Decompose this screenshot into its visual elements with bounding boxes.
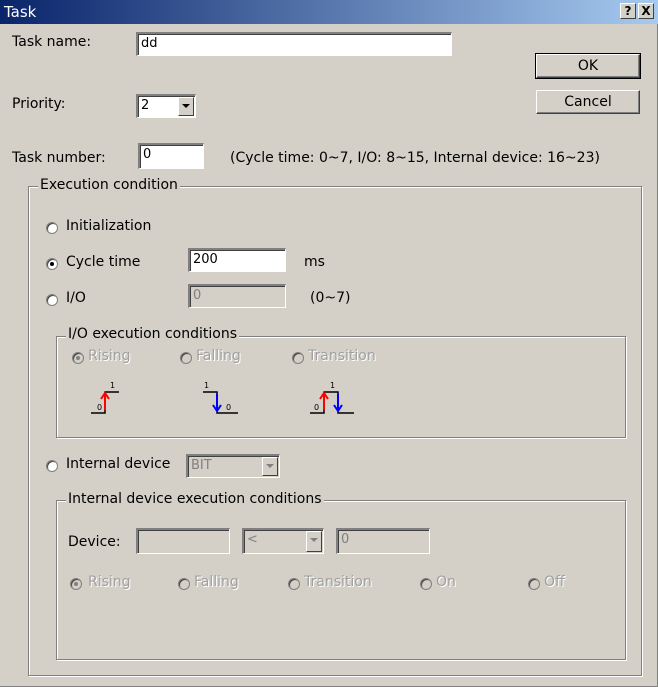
priority-label: Priority: — [12, 96, 66, 112]
task-number-label: Task number: — [12, 150, 106, 166]
close-button[interactable]: X — [638, 3, 654, 19]
io-range: (0~7) — [310, 290, 351, 306]
device-transition-radio[interactable] — [288, 578, 300, 590]
internal-device-type-select[interactable]: BIT — [186, 454, 280, 478]
task-name-input[interactable]: dd — [136, 32, 452, 56]
device-on-label[interactable]: On — [436, 574, 456, 590]
priority-value: 2 — [141, 98, 150, 113]
io-falling-label[interactable]: Falling — [196, 348, 241, 364]
task-dialog: Task ? X Task name: dd Priority: 2 Task … — [0, 0, 658, 687]
chevron-down-icon — [182, 104, 190, 108]
io-rising-label[interactable]: Rising — [88, 348, 131, 364]
falling-edge-low-label: 0 — [226, 403, 231, 412]
radio-selected-dot — [74, 582, 78, 586]
radio-selected-dot — [76, 356, 80, 360]
help-button[interactable]: ? — [620, 3, 636, 19]
initialization-radio[interactable] — [46, 222, 58, 234]
device-rising-radio[interactable] — [70, 578, 82, 590]
priority-select[interactable]: 2 — [136, 94, 196, 118]
help-icon: ? — [624, 4, 632, 18]
device-transition-label[interactable]: Transition — [304, 574, 372, 590]
device-compare-input[interactable]: 0 — [336, 528, 430, 554]
device-operator-value: < — [247, 532, 258, 547]
device-falling-label[interactable]: Falling — [194, 574, 239, 590]
internal-device-type-value: BIT — [191, 458, 212, 473]
io-falling-radio[interactable] — [180, 352, 192, 364]
device-operator-select[interactable]: < — [242, 528, 324, 554]
task-number-input[interactable]: 0 — [138, 143, 204, 169]
radio-selected-dot — [50, 262, 54, 266]
io-execution-conditions-label: I/O execution conditions — [66, 326, 240, 342]
internal-device-conditions-label: Internal device execution conditions — [66, 491, 324, 507]
rising-edge-icon: 1 0 — [91, 381, 119, 414]
rising-edge-low-label: 0 — [97, 403, 102, 412]
io-radio[interactable] — [46, 294, 58, 306]
cycle-time-label[interactable]: Cycle time — [66, 254, 140, 270]
internal-device-label[interactable]: Internal device — [66, 456, 170, 472]
cycle-time-radio[interactable] — [46, 258, 58, 270]
device-rising-label[interactable]: Rising — [88, 574, 131, 590]
chevron-down-icon — [310, 538, 318, 542]
task-number-hint: (Cycle time: 0~7, I/O: 8~15, Internal de… — [230, 150, 600, 166]
initialization-label[interactable]: Initialization — [66, 218, 151, 234]
device-operator-dropdown-button[interactable] — [306, 531, 322, 552]
window-title: Task — [4, 3, 37, 21]
io-transition-radio[interactable] — [292, 352, 304, 364]
device-label: Device: — [68, 534, 121, 550]
cancel-button[interactable]: Cancel — [536, 90, 640, 114]
io-rising-radio[interactable] — [72, 352, 84, 364]
falling-edge-high-label: 1 — [204, 381, 209, 390]
transition-edge-low-label: 0 — [314, 403, 319, 412]
io-input[interactable]: 0 — [188, 284, 286, 308]
priority-dropdown-button[interactable] — [178, 97, 194, 116]
rising-edge-high-label: 1 — [110, 381, 115, 390]
io-transition-label[interactable]: Transition — [308, 348, 376, 364]
falling-edge-icon: 1 0 — [203, 381, 238, 414]
execution-condition-label: Execution condition — [38, 177, 180, 193]
device-on-radio[interactable] — [420, 578, 432, 590]
io-label[interactable]: I/O — [66, 290, 86, 306]
ok-button[interactable]: OK — [535, 53, 641, 79]
chevron-down-icon — [266, 464, 274, 468]
task-name-label: Task name: — [12, 34, 92, 50]
device-input[interactable] — [136, 528, 230, 554]
internal-device-type-dropdown-button[interactable] — [262, 457, 278, 476]
cycle-time-unit: ms — [304, 254, 325, 270]
transition-edge-high-label: 1 — [330, 381, 335, 390]
internal-device-radio[interactable] — [46, 460, 58, 472]
transition-edge-icon: 1 0 — [310, 381, 354, 414]
device-off-radio[interactable] — [528, 578, 540, 590]
title-bar: Task ? X — [0, 0, 658, 24]
device-off-label[interactable]: Off — [544, 574, 565, 590]
cycle-time-input[interactable]: 200 — [188, 248, 286, 272]
device-falling-radio[interactable] — [178, 578, 190, 590]
close-icon: X — [641, 4, 651, 18]
